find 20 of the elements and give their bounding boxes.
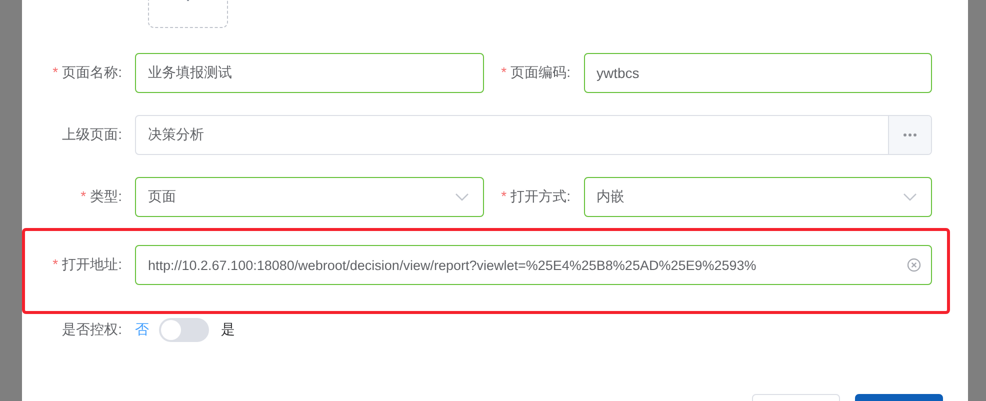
clear-icon[interactable] bbox=[907, 258, 921, 272]
input-field[interactable]: ywtbcs bbox=[584, 53, 932, 93]
field-label: * 打开地址: bbox=[52, 256, 123, 274]
field-label: * 打开方式: bbox=[500, 188, 572, 206]
select-field[interactable]: 内嵌 bbox=[584, 177, 932, 217]
field-label: 上级页面: bbox=[61, 126, 123, 144]
chevron-down-icon bbox=[454, 193, 468, 201]
select-field[interactable]: 页面 bbox=[135, 177, 484, 217]
field-label: * 类型: bbox=[80, 188, 123, 206]
field-label: * 页面编码: bbox=[500, 64, 572, 82]
input-field[interactable]: http://10.2.67.100:18080/webroot/decision/view/report?viewlet=%25E4%25B8%25AD%25E9%2593% bbox=[135, 245, 932, 285]
ellipsis-icon bbox=[903, 133, 917, 137]
field-label: * 页面名称: bbox=[52, 64, 123, 82]
chevron-down-icon bbox=[903, 193, 917, 201]
on-option[interactable]: 是 bbox=[221, 321, 235, 339]
input-field[interactable]: 决策分析 bbox=[135, 115, 932, 155]
input-field[interactable]: 业务填报测试 bbox=[135, 53, 484, 93]
field-label: 是否控权: bbox=[61, 321, 123, 339]
toggle-switch[interactable] bbox=[159, 318, 209, 342]
browse-button[interactable] bbox=[888, 116, 931, 154]
